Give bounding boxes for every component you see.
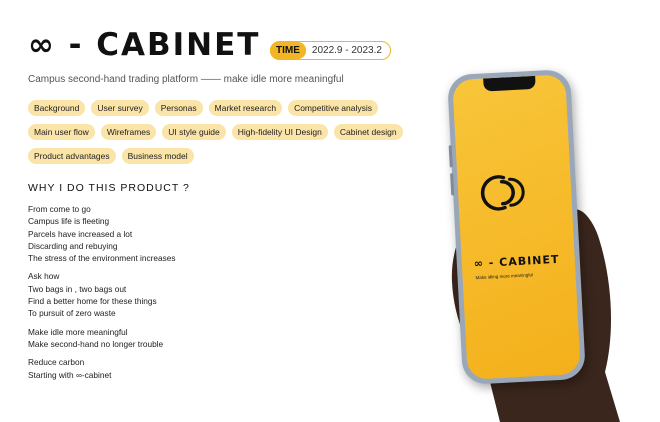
text-line: Make idle more meaningful bbox=[28, 326, 128, 337]
text-line: Parcels have increased a lot bbox=[28, 228, 133, 239]
text-line: To pursuit of zero waste bbox=[28, 308, 116, 319]
volume-button bbox=[448, 145, 453, 168]
paragraph: Reduce carbon Starting with ∞-cabinet bbox=[28, 356, 176, 381]
paragraph: From come to go Campus life is fleeting … bbox=[28, 203, 176, 264]
text-line: Campus life is fleeting bbox=[28, 216, 110, 227]
text-line: From come to go bbox=[28, 204, 91, 214]
brand-logo: ∞ - CABINET bbox=[28, 27, 261, 63]
tag-user-survey[interactable]: User survey bbox=[91, 100, 149, 116]
infinity-logo-icon bbox=[480, 175, 525, 211]
phone-device: ∞ - CABINET Make idling more meaningful bbox=[446, 68, 587, 386]
text-line: Make second-hand no longer trouble bbox=[28, 338, 164, 349]
volume-button bbox=[450, 173, 455, 196]
text-line: Reduce carbon bbox=[28, 357, 85, 368]
tag-market-research[interactable]: Market research bbox=[208, 100, 283, 116]
phone-screen: ∞ - CABINET Make idling more meaningful bbox=[452, 74, 581, 380]
tag-background[interactable]: Background bbox=[28, 100, 86, 116]
app-title: ∞ - CABINET bbox=[473, 252, 560, 271]
text-line: The stress of the environment increases bbox=[28, 253, 176, 264]
section-tags: Background User survey Personas Market r… bbox=[28, 100, 428, 164]
why-heading: WHY I DO THIS PRODUCT ? bbox=[28, 182, 190, 194]
phone-mockup: ∞ - CABINET Make idling more meaningful bbox=[420, 68, 650, 422]
why-body: From come to go Campus life is fleeting … bbox=[28, 203, 176, 387]
paragraph: Ask how Two bags in , two bags out Find … bbox=[28, 270, 176, 319]
text-line: Discarding and rebuying bbox=[28, 240, 118, 251]
text-line: Find a better home for these things bbox=[28, 296, 157, 307]
time-label: TIME bbox=[270, 42, 306, 59]
time-range: 2022.9 - 2023.2 bbox=[311, 45, 382, 56]
tag-business-model[interactable]: Business model bbox=[121, 148, 194, 164]
text-line: Starting with ∞-cabinet bbox=[28, 369, 112, 380]
time-badge: TIME 2022.9 - 2023.2 bbox=[270, 41, 391, 60]
tag-main-user-flow[interactable]: Main user flow bbox=[28, 124, 95, 140]
tag-competitive-analysis[interactable]: Competitive analysis bbox=[288, 100, 379, 116]
tag-wireframes[interactable]: Wireframes bbox=[100, 124, 157, 140]
tag-personas[interactable]: Personas bbox=[154, 100, 203, 116]
tag-cabinet-design[interactable]: Cabinet design bbox=[333, 124, 403, 140]
tag-ui-style-guide[interactable]: UI style guide bbox=[162, 124, 226, 140]
tag-high-fidelity-ui[interactable]: High-fidelity UI Design bbox=[231, 124, 328, 140]
paragraph: Make idle more meaningful Make second-ha… bbox=[28, 326, 176, 351]
page-subtitle: Campus second-hand trading platform —— m… bbox=[28, 74, 344, 85]
app-slogan: Make idling more meaningful bbox=[475, 272, 534, 281]
tag-product-advantages[interactable]: Product advantages bbox=[28, 148, 116, 164]
text-line: Ask how bbox=[28, 271, 60, 282]
phone-notch bbox=[482, 75, 536, 92]
text-line: Two bags in , two bags out bbox=[28, 283, 127, 294]
